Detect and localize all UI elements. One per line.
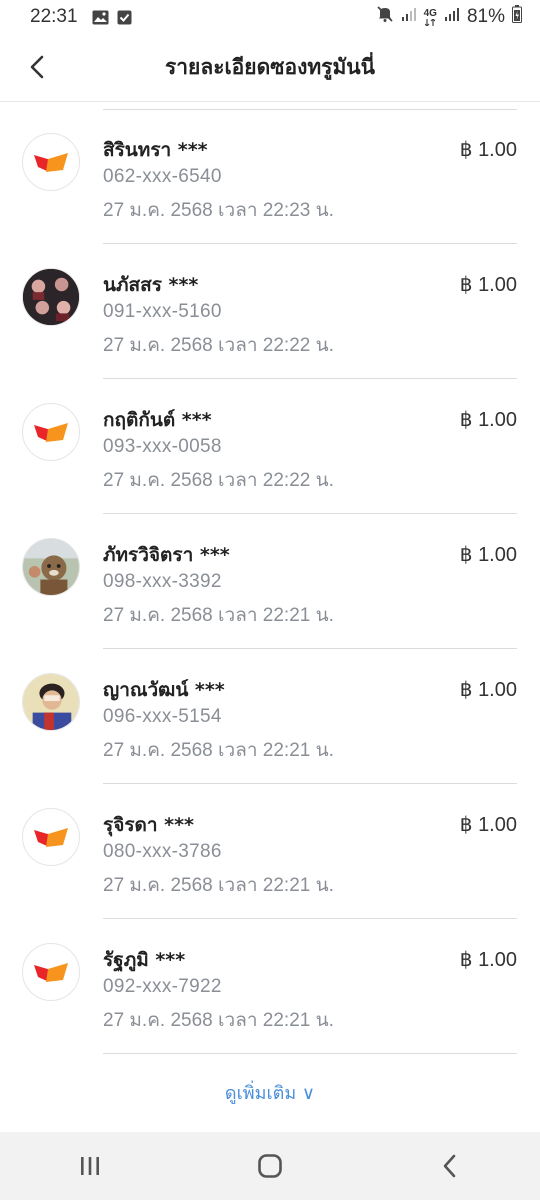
signal-icon: [401, 6, 417, 28]
transaction-list: สิรินทรา *** 062-xxx-6540 27 ม.ค. 2568 เ…: [0, 109, 540, 1054]
sender-phone: 080-xxx-3786: [103, 841, 222, 862]
list-item: รัฐภูมิ *** 092-xxx-7922 27 ม.ค. 2568 เว…: [0, 919, 540, 1054]
checkbox-icon: [116, 9, 134, 25]
sender-name: ญาณวัฒน์ ***: [103, 679, 225, 701]
transaction-amount: ฿ 1.00: [459, 409, 517, 431]
back-button[interactable]: [20, 50, 54, 84]
user-photo-avatar: [22, 268, 80, 326]
home-icon: [258, 1154, 282, 1178]
battery-percent: 81%: [466, 6, 505, 27]
back-nav-button[interactable]: [420, 1141, 480, 1191]
page-header: รายละเอียดซองทรูมันนี่: [0, 34, 540, 102]
transaction-datetime: 27 ม.ค. 2568 เวลา 22:22 น.: [103, 470, 334, 491]
transaction-amount: ฿ 1.00: [459, 544, 517, 566]
sender-phone: 062-xxx-6540: [103, 166, 222, 187]
transaction-datetime: 27 ม.ค. 2568 เวลา 22:21 น.: [103, 605, 334, 626]
transaction-datetime: 27 ม.ค. 2568 เวลา 22:21 น.: [103, 1010, 334, 1031]
mute-icon: [376, 5, 394, 29]
truemoney-logo-avatar: [22, 133, 80, 191]
truemoney-logo-avatar: [22, 808, 80, 866]
list-item: ญาณวัฒน์ *** 096-xxx-5154 27 ม.ค. 2568 เ…: [0, 649, 540, 784]
status-bar: 22:31 4G 81%: [0, 0, 540, 34]
recents-button[interactable]: [60, 1141, 120, 1191]
sender-phone: 098-xxx-3392: [103, 571, 222, 592]
transaction-datetime: 27 ม.ค. 2568 เวลา 22:21 น.: [103, 875, 334, 896]
sender-name: รัฐภูมิ ***: [103, 949, 186, 971]
signal-icon: [444, 6, 460, 28]
list-item: รุจิรดา *** 080-xxx-3786 27 ม.ค. 2568 เว…: [0, 784, 540, 919]
sender-name: กฤติกันต์ ***: [103, 409, 212, 431]
recents-icon: [81, 1157, 99, 1175]
sender-name: ภัทรวิจิตรา ***: [103, 544, 230, 566]
battery-icon: [512, 5, 522, 29]
see-more-link[interactable]: ดูเพิ่มเติม ∨: [0, 1078, 540, 1107]
list-item: ภัทรวิจิตรา *** 098-xxx-3392 27 ม.ค. 256…: [0, 514, 540, 649]
transaction-amount: ฿ 1.00: [459, 679, 517, 701]
transaction-datetime: 27 ม.ค. 2568 เวลา 22:21 น.: [103, 740, 334, 761]
transaction-amount: ฿ 1.00: [459, 139, 517, 161]
transaction-amount: ฿ 1.00: [459, 949, 517, 971]
truemoney-logo-avatar: [22, 403, 80, 461]
transaction-amount: ฿ 1.00: [459, 814, 517, 836]
sender-name: รุจิรดา ***: [103, 814, 194, 836]
network-4g-icon: 4G: [423, 7, 437, 26]
transaction-datetime: 27 ม.ค. 2568 เวลา 22:23 น.: [103, 200, 334, 221]
chevron-left-icon: [30, 55, 44, 79]
sender-name: นภัสสร ***: [103, 274, 199, 296]
divider: [103, 1053, 517, 1054]
sender-phone: 093-xxx-0058: [103, 436, 222, 457]
sender-name: สิรินทรา ***: [103, 139, 208, 161]
sender-phone: 091-xxx-5160: [103, 301, 222, 322]
status-time: 22:31: [30, 6, 78, 27]
user-photo-avatar: [22, 538, 80, 596]
sender-phone: 096-xxx-5154: [103, 706, 222, 727]
home-button[interactable]: [240, 1141, 300, 1191]
list-item: สิรินทรา *** 062-xxx-6540 27 ม.ค. 2568 เ…: [0, 109, 540, 244]
page-title: รายละเอียดซองทรูมันนี่: [164, 55, 376, 79]
transaction-datetime: 27 ม.ค. 2568 เวลา 22:22 น.: [103, 335, 334, 356]
user-photo-avatar: [22, 673, 80, 731]
back-icon: [443, 1154, 456, 1178]
list-item: กฤติกันต์ *** 093-xxx-0058 27 ม.ค. 2568 …: [0, 379, 540, 514]
gallery-icon: [92, 9, 110, 25]
system-nav-bar: [0, 1132, 540, 1200]
list-item: นภัสสร *** 091-xxx-5160 27 ม.ค. 2568 เวล…: [0, 244, 540, 379]
sender-phone: 092-xxx-7922: [103, 976, 222, 997]
transaction-amount: ฿ 1.00: [459, 274, 517, 296]
network-label: 4G: [423, 7, 437, 19]
truemoney-logo-avatar: [22, 943, 80, 1001]
